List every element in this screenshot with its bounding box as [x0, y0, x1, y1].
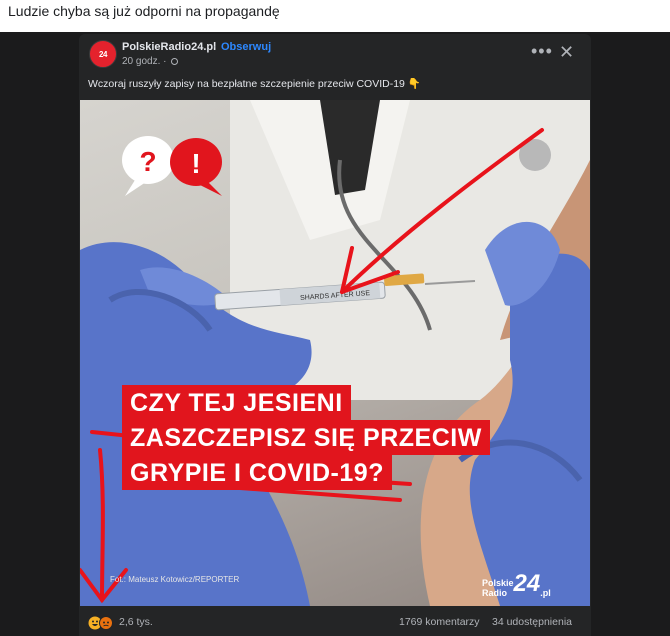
exclamation-bubble: ! — [170, 138, 222, 196]
post-header: 24 PolskieRadio24.pl · Obserwuj 20 godz.… — [79, 34, 591, 74]
polskie-radio-logo: Polskie Radio 24.pl — [482, 570, 551, 598]
share-count[interactable]: 34 udostępnienia — [492, 616, 572, 628]
exclamation-mark: ! — [191, 148, 200, 179]
post-stats: 2,6 tys. 1769 komentarzy 34 udostępnieni… — [79, 608, 591, 636]
globe-icon — [171, 58, 178, 65]
question-mark: ? — [139, 146, 156, 177]
post-time[interactable]: 20 godz. · — [122, 56, 166, 67]
photo-credit: Fot.: Mateusz Kotowicz/REPORTER — [110, 575, 240, 584]
headline-line-2: ZASZCZEPISZ SIĘ PRZECIW — [122, 420, 490, 455]
photo-illustration: SHARDS AFTER USE ? ! — [80, 100, 590, 606]
reaction-icons[interactable] — [88, 616, 116, 630]
page-name[interactable]: PolskieRadio24.pl — [122, 41, 216, 53]
post-text: Wczoraj ruszyły zapisy na bezpłatne szcz… — [88, 77, 421, 90]
angry-icon — [99, 616, 113, 630]
close-icon[interactable]: ✕ — [559, 42, 574, 63]
pointing-down-icon: 👇 — [407, 78, 421, 90]
comment-count[interactable]: 1769 komentarzy — [399, 616, 480, 628]
headline-line-3: GRYPIE I COVID-19? — [122, 455, 392, 490]
follow-button[interactable]: Obserwuj — [221, 41, 271, 53]
question-bubble: ? — [122, 136, 174, 196]
reaction-count[interactable]: 2,6 tys. — [119, 616, 153, 628]
post-image[interactable]: SHARDS AFTER USE ? ! CZY TEJ JESIENI ZAS… — [80, 100, 590, 606]
facebook-post: 24 PolskieRadio24.pl · Obserwuj 20 godz.… — [79, 34, 591, 636]
headline-line-1: CZY TEJ JESIENI — [122, 385, 351, 420]
post-text-body: Wczoraj ruszyły zapisy na bezpłatne szcz… — [88, 78, 405, 90]
more-icon[interactable]: ••• — [531, 41, 553, 62]
page-avatar[interactable]: 24 — [89, 40, 117, 68]
caption: Ludzie chyba są już odporni na propagand… — [8, 3, 280, 19]
separator: · — [213, 41, 217, 53]
